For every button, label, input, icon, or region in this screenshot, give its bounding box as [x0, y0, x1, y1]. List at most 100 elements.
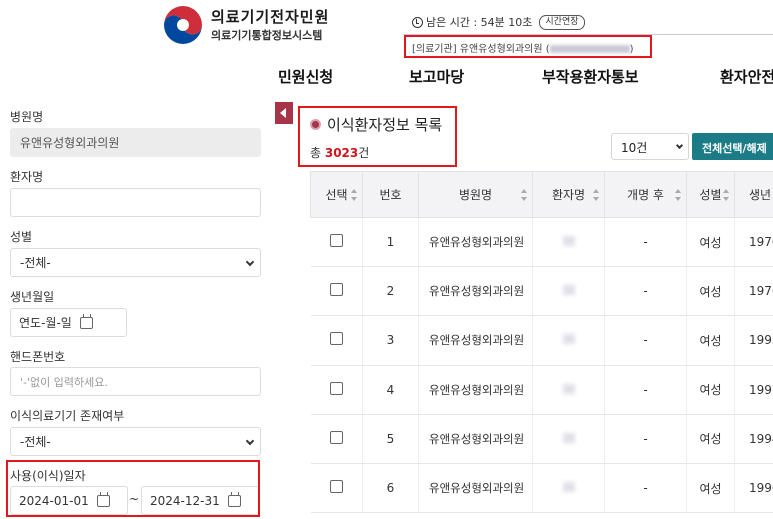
row-renamed: -: [604, 266, 687, 317]
row-renamed: -: [604, 315, 687, 366]
row-birth: 1996-: [734, 463, 773, 514]
implant-device-select[interactable]: -전체-: [10, 427, 261, 456]
column-header-renamed[interactable]: 개명 후: [604, 171, 687, 218]
sort-icon[interactable]: [675, 189, 681, 201]
organization-text: [의료기관] 유앤유성형외과의원 (: [412, 44, 550, 55]
row-patient-name: [532, 266, 605, 317]
sort-icon[interactable]: [351, 189, 357, 201]
column-label: 병원명: [458, 188, 493, 202]
column-label: 생년: [749, 188, 772, 202]
row-checkbox[interactable]: [329, 283, 343, 297]
row-number: 6: [362, 463, 419, 514]
row-select-cell[interactable]: [310, 315, 363, 366]
site-title[interactable]: 의료기기전자민원: [211, 6, 329, 27]
sort-icon[interactable]: [723, 189, 729, 201]
row-checkbox[interactable]: [329, 234, 343, 248]
row-checkbox[interactable]: [329, 480, 343, 494]
implant-device-label: 이식의료기기 존재여부: [10, 409, 125, 423]
column-header-number: 번호: [362, 171, 419, 218]
redacted-name: [562, 482, 575, 493]
government-emblem-icon: [164, 6, 202, 44]
row-patient-name: [532, 463, 605, 514]
clock-icon: [412, 16, 423, 28]
column-header-gender[interactable]: 성별: [686, 171, 735, 218]
hospital-label: 병원명: [10, 110, 44, 124]
birth-date-label: 생년월일: [10, 290, 55, 304]
row-number: 2: [362, 266, 419, 317]
calendar-icon[interactable]: [79, 313, 93, 329]
row-birth: 1970-: [734, 217, 773, 268]
row-gender: 여성: [686, 414, 735, 464]
column-label: 환자명: [551, 188, 586, 202]
redacted-info: [549, 45, 630, 53]
row-select-cell[interactable]: [310, 414, 363, 464]
total-count-value: 3023: [324, 146, 359, 160]
row-hospital: 유앤유성형외과의원: [418, 315, 533, 366]
redacted-name: [562, 285, 575, 296]
select-all-button[interactable]: 전체선택/해제: [692, 133, 773, 160]
table-row[interactable]: 6유앤유성형외과의원 -여성1996-: [310, 463, 773, 514]
column-header-select[interactable]: 선택: [310, 171, 363, 218]
table-row[interactable]: 3유앤유성형외과의원 -여성1995-: [310, 315, 773, 366]
patient-table: 선택 번호 병원명 환자명 개명 후 성별 생년 1 유앤유성형외과의원 - 여성 19…: [310, 171, 773, 514]
row-gender: 여성: [686, 463, 735, 514]
phone-input[interactable]: '-'없이 입력하세요.: [10, 367, 261, 396]
row-select-cell[interactable]: [310, 217, 363, 268]
nav-item-adverse-patient[interactable]: 부작용환자통보: [542, 66, 639, 87]
phone-label: 핸드폰번호: [10, 350, 66, 364]
row-checkbox[interactable]: [329, 430, 343, 444]
collapse-sidebar-button[interactable]: [275, 102, 293, 124]
birth-date-input[interactable]: 연도-월-일: [10, 308, 127, 337]
gender-select-value: -전체-: [20, 256, 51, 270]
total-prefix: 총: [310, 146, 325, 160]
patient-name-input[interactable]: [10, 188, 261, 217]
column-label: 선택: [325, 188, 348, 202]
table-row[interactable]: 5유앤유성형외과의원 -여성1994-: [310, 414, 773, 464]
gender-select[interactable]: -전체-: [10, 248, 261, 277]
site-subtitle: 의료기기통합정보시스템: [211, 29, 323, 42]
table-row[interactable]: 2유앤유성형외과의원 -여성1976-: [310, 266, 773, 317]
row-select-cell[interactable]: [310, 365, 363, 415]
page-size-value: 10건: [621, 141, 648, 155]
page-size-select[interactable]: 10건: [611, 133, 689, 160]
nav-item-report[interactable]: 보고마당: [409, 66, 464, 87]
chevron-down-icon: [245, 257, 255, 267]
nav-item-patient-safety[interactable]: 환자안전: [720, 66, 773, 87]
row-hospital: 유앤유성형외과의원: [418, 414, 533, 464]
patient-name-label: 환자명: [10, 170, 44, 184]
row-number: 3: [362, 315, 419, 366]
session-timer: 남은 시간 : 54분 10초 시간연장: [412, 14, 585, 30]
list-title: 이식환자정보 목록: [310, 114, 442, 135]
row-birth: 1976-: [734, 266, 773, 317]
row-checkbox[interactable]: [329, 332, 343, 346]
row-gender: 여성: [686, 217, 735, 268]
column-label: 번호: [379, 188, 402, 202]
search-sidebar: 병원명 유앤유성형외과의원 환자명 성별 -전체- 생년월일 연도-월-일 핸드…: [0, 102, 270, 519]
extend-session-button[interactable]: 시간연장: [539, 14, 585, 30]
row-renamed: -: [604, 463, 687, 514]
table-row[interactable]: 4유앤유성형외과의원 -여성1997-: [310, 365, 773, 415]
row-birth: 1997-: [734, 365, 773, 415]
redacted-name: [562, 432, 575, 443]
row-birth: 1994-: [734, 414, 773, 464]
row-number: 4: [362, 365, 419, 415]
column-header-birth[interactable]: 생년: [734, 171, 773, 218]
redacted-name: [562, 334, 575, 345]
row-checkbox[interactable]: [329, 381, 343, 395]
gender-label: 성별: [10, 230, 33, 244]
sort-icon[interactable]: [593, 189, 599, 201]
column-header-patient[interactable]: 환자명: [532, 171, 605, 218]
redacted-name: [562, 236, 575, 247]
use-date-highlight: [6, 460, 260, 517]
sort-icon[interactable]: [521, 189, 527, 201]
row-gender: 여성: [686, 315, 735, 366]
main-nav: 민원신청 보고마당 부작용환자통보 환자안전: [0, 66, 773, 90]
nav-item-application[interactable]: 민원신청: [278, 66, 333, 87]
row-select-cell[interactable]: [310, 266, 363, 317]
row-hospital: 유앤유성형외과의원: [418, 266, 533, 317]
row-patient-name: [532, 414, 605, 464]
table-row[interactable]: 1유앤유성형외과의원 -여성1970-: [310, 217, 773, 268]
column-header-hospital[interactable]: 병원명: [418, 171, 533, 218]
row-select-cell[interactable]: [310, 463, 363, 514]
hospital-field: 유앤유성형외과의원: [10, 128, 261, 157]
